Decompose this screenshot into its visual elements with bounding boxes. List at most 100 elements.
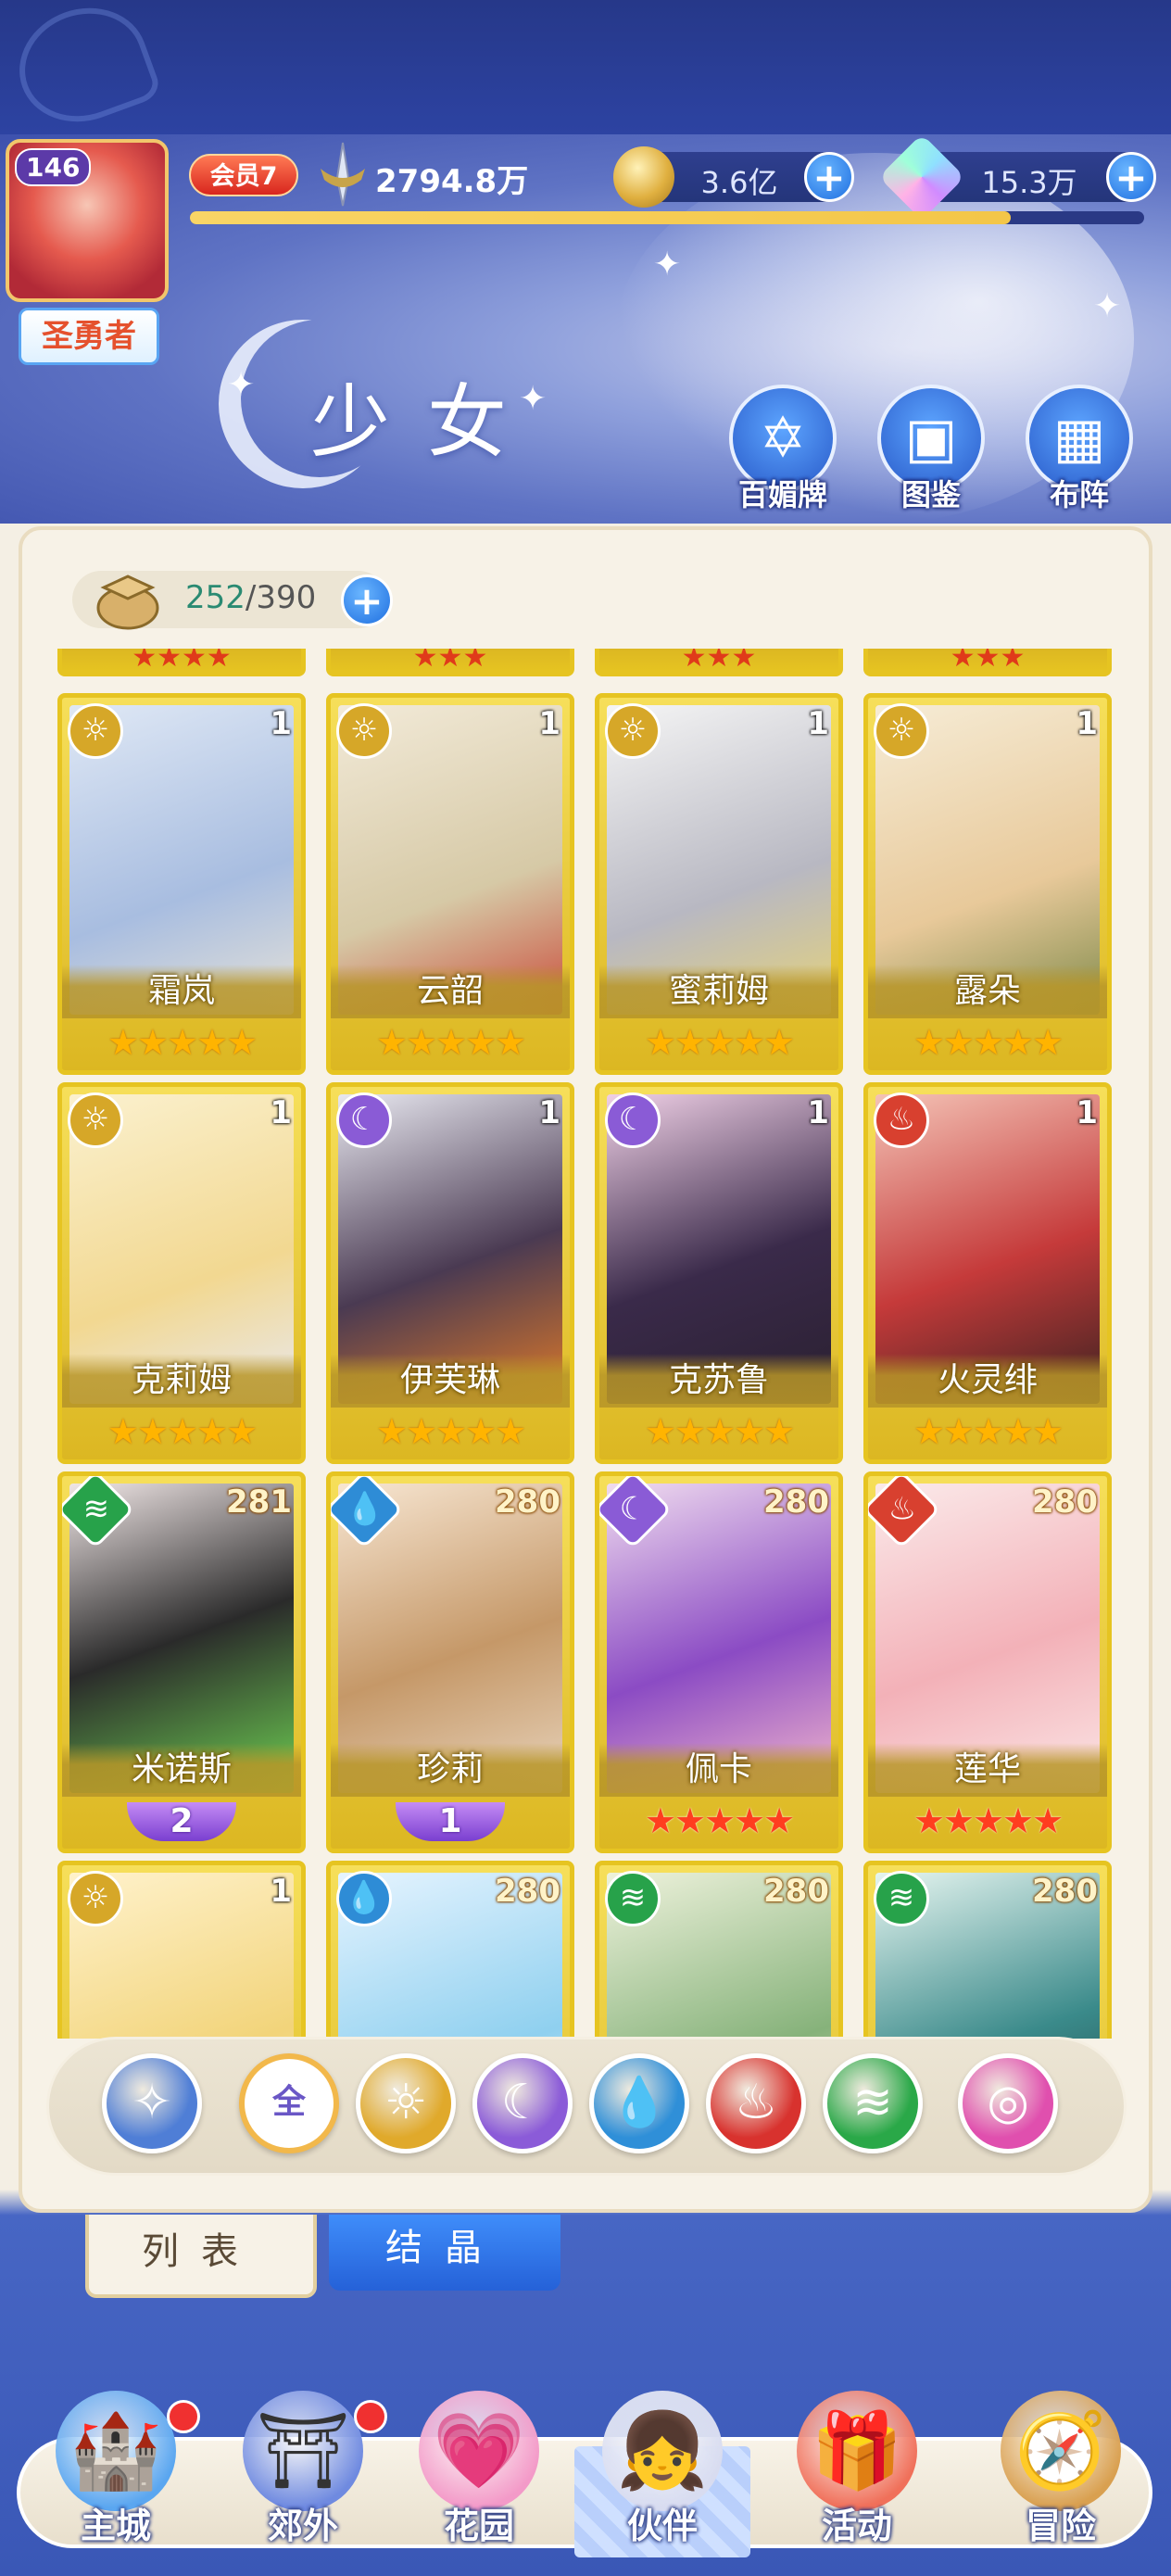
- notification-dot: [354, 2400, 387, 2433]
- awaken-badge: 1: [396, 1802, 505, 1841]
- card-grid[interactable]: ★★★★ ★★★ ★★★ ★★★ ☼ 1 霜岚 ★★★★★ ☼ 1 云韶 ★★★★★ ☼ 1 蜜莉姆…: [54, 649, 1119, 2039]
- card-count: 280: [763, 1873, 829, 1910]
- card-count: 1: [807, 1094, 829, 1131]
- player-level: 146: [15, 148, 92, 186]
- filter-water-button[interactable]: 💧: [589, 2053, 689, 2153]
- water-drop-icon: 💧: [609, 2075, 670, 2130]
- star-rating: ★★★★★: [913, 1022, 1064, 1063]
- card-count: 281: [226, 1484, 292, 1521]
- vip-badge[interactable]: 会员7: [189, 154, 298, 196]
- tab-list[interactable]: 列表: [85, 2215, 317, 2298]
- formation-button[interactable]: ▦ 布阵: [1024, 385, 1135, 514]
- filter-fire-button[interactable]: ♨: [706, 2053, 806, 2153]
- wind-icon: ≋: [852, 2075, 893, 2130]
- partner-card[interactable]: ☾ 1 伊芙琳 ★★★★★: [326, 1082, 574, 1464]
- partner-card[interactable]: ☼ 1 克莉姆 ★★★★★: [57, 1082, 306, 1464]
- partner-card[interactable]: ☾ 1 克苏鲁 ★★★★★: [595, 1082, 843, 1464]
- partner-card[interactable]: ♨ 280 莲华 ★★★★★: [863, 1471, 1112, 1853]
- nav-compass[interactable]: 🧭 冒险: [973, 2391, 1149, 2557]
- card-partial[interactable]: ★★★★: [57, 649, 306, 676]
- orbit-icon: ◎: [987, 2075, 1029, 2130]
- star-rating: ★★★★★: [644, 1800, 795, 1841]
- roster-current: 252: [185, 579, 246, 616]
- filter-chaos-button[interactable]: ◎: [958, 2053, 1058, 2153]
- card-deck-button[interactable]: ✡ 百媚牌: [727, 385, 838, 514]
- partner-card[interactable]: ☼ 1: [57, 1861, 306, 2039]
- card-count: 1: [807, 705, 829, 742]
- card-name: 云韶: [331, 965, 570, 1018]
- card-name: 米诺斯: [62, 1743, 301, 1797]
- card-count: 1: [1076, 705, 1098, 742]
- card-name: 莲华: [868, 1743, 1107, 1797]
- sparkle-icon: ✦: [653, 246, 682, 284]
- sparkle-icon: ✦: [227, 366, 256, 404]
- sun-icon: ☼: [68, 1092, 123, 1148]
- gem-currency: 15.3万 +: [878, 133, 1156, 221]
- expand-roster-button[interactable]: +: [341, 575, 393, 626]
- add-gem-button[interactable]: +: [1106, 152, 1156, 202]
- wing-star-icon: ✧: [132, 2075, 172, 2130]
- partner-card[interactable]: ☼ 1 霜岚 ★★★★★: [57, 693, 306, 1075]
- sword-power-icon: [321, 142, 365, 207]
- card-count: 1: [270, 1094, 292, 1131]
- card-name: 珍莉: [331, 1743, 570, 1797]
- card-partial[interactable]: ★★★: [595, 649, 843, 676]
- codex-label: 图鉴: [900, 477, 961, 512]
- partner-card[interactable]: 💧 280: [326, 1861, 574, 2039]
- nav-label: 主城: [80, 2506, 151, 2546]
- decor-swirl: [3, 0, 164, 140]
- moon-icon: ☾: [336, 1092, 392, 1148]
- flame-icon: ♨: [734, 2075, 778, 2130]
- partner-card[interactable]: ≋ 280: [595, 1861, 843, 2039]
- gift-icon: 🎁: [797, 2391, 917, 2511]
- card-count: 1: [270, 1873, 292, 1910]
- partner-card[interactable]: ≋ 281 米诺斯 2: [57, 1471, 306, 1853]
- card-count: 280: [495, 1484, 560, 1521]
- add-gold-button[interactable]: +: [804, 152, 854, 202]
- filter-dark-button[interactable]: ☾: [472, 2053, 573, 2153]
- codex-button[interactable]: ▣ 图鉴: [875, 385, 987, 514]
- compass-icon: 🧭: [1001, 2391, 1121, 2511]
- nav-label: 活动: [821, 2506, 892, 2546]
- partner-card[interactable]: ☼ 1 蜜莉姆 ★★★★★: [595, 693, 843, 1075]
- star-rating: ★★★★★: [913, 1411, 1064, 1452]
- filter-all-button[interactable]: 全: [239, 2053, 339, 2153]
- partner-card[interactable]: ♨ 1 火灵绯 ★★★★★: [863, 1082, 1112, 1464]
- nav-gate[interactable]: ⛩ 郊外: [215, 2391, 391, 2557]
- partner-card[interactable]: 💧 280 珍莉 1: [326, 1471, 574, 1853]
- moon-icon: ☾: [605, 1092, 661, 1148]
- nav-partner[interactable]: 👧 伙伴: [574, 2391, 750, 2557]
- tab-crystal[interactable]: 结晶: [329, 2215, 560, 2291]
- filter-light-button[interactable]: ☼: [356, 2053, 456, 2153]
- card-count: 280: [495, 1873, 560, 1910]
- card-count: 1: [1076, 1094, 1098, 1131]
- water-drop-icon: 💧: [336, 1871, 392, 1926]
- card-name: 佩卡: [599, 1743, 838, 1797]
- card-partial[interactable]: ★★★: [326, 649, 574, 676]
- card-count: 1: [538, 1094, 560, 1131]
- partner-card[interactable]: ☼ 1 云韶 ★★★★★: [326, 693, 574, 1075]
- rank-badge[interactable]: 圣勇者: [19, 308, 159, 365]
- partner-card[interactable]: ☾ 280 佩卡 ★★★★★: [595, 1471, 843, 1853]
- partner-card[interactable]: ≋ 280: [863, 1861, 1112, 2039]
- nav-heart[interactable]: 💗 花园: [391, 2391, 567, 2557]
- roster-max: /390: [245, 579, 317, 616]
- nav-gift[interactable]: 🎁 活动: [769, 2391, 945, 2557]
- partner-card[interactable]: ☼ 1 露朵 ★★★★★: [863, 693, 1112, 1075]
- player-avatar[interactable]: 146: [6, 139, 169, 302]
- filter-special-button[interactable]: ✧: [102, 2053, 202, 2153]
- page-title: 少女: [310, 376, 544, 469]
- nav-castle[interactable]: 🏰 主城: [28, 2391, 204, 2557]
- sun-icon: ☼: [384, 2075, 428, 2130]
- star-rating: ★★★★★: [107, 1411, 258, 1452]
- top-band: [0, 0, 1171, 140]
- star-rating: ★★★★★: [107, 1022, 258, 1063]
- sun-icon: ☼: [874, 703, 929, 759]
- sun-icon: ☼: [336, 703, 392, 759]
- sun-icon: ☼: [68, 703, 123, 759]
- nav-label: 郊外: [267, 2506, 338, 2546]
- card-count: 280: [1032, 1873, 1098, 1910]
- card-count: 280: [763, 1484, 829, 1521]
- filter-wind-button[interactable]: ≋: [823, 2053, 923, 2153]
- card-partial[interactable]: ★★★: [863, 649, 1112, 676]
